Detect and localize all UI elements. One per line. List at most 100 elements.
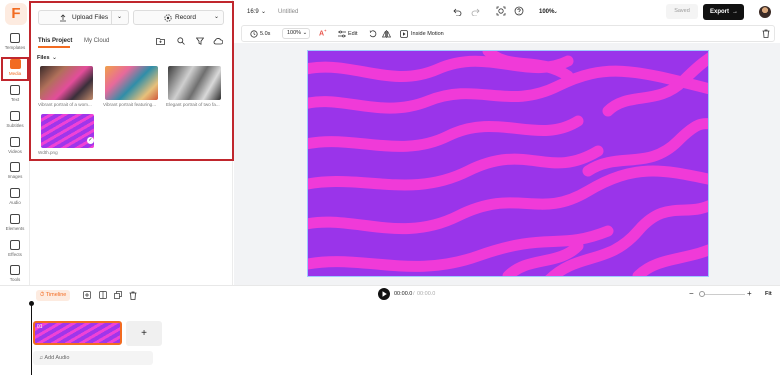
template-icon [10,33,20,43]
sidebar-item-label: Media [8,71,22,76]
sliders-icon [338,30,346,38]
tab-this-project[interactable]: This Project [38,38,72,44]
sidebar-item-text[interactable]: Text [0,85,30,109]
project-title[interactable]: Untitled [278,9,298,15]
left-rail: F Templates Media Text Subtitles Videos Image… [0,0,30,285]
zoom-slider-handle[interactable] [699,291,705,297]
record-button[interactable]: Record ⌄ [133,10,224,25]
export-label: Export [710,9,730,15]
trash-icon[interactable] [762,29,770,38]
video-canvas[interactable] [307,50,709,277]
record-icon [164,14,172,22]
inside-motion-button[interactable]: Inside Motion [411,27,444,42]
files-label[interactable]: Files [37,55,50,61]
play-button[interactable] [378,288,390,300]
tools-icon [10,265,20,275]
search-icon[interactable] [177,37,185,45]
timer-icon [250,30,258,38]
sidebar-item-subtitles[interactable]: Subtitles [0,111,30,135]
scale-value: 100% [287,30,302,36]
ai-icon[interactable]: A+ [319,28,326,37]
media-thumb-portrait-1[interactable] [40,66,93,100]
export-button[interactable]: Export → [703,4,744,20]
add-clip-button[interactable]: + [126,321,162,346]
flip-icon[interactable] [382,30,391,38]
subtitles-icon [10,111,20,121]
upload-files-label: Upload Files [72,14,109,21]
upload-files-button[interactable]: Upload Files ⌄ [38,10,129,25]
sidebar-item-label: Images [7,174,23,179]
chevron-down-icon[interactable]: ⌄ [214,11,219,24]
zoom-in-icon[interactable]: + [747,289,752,298]
zoom-out-icon[interactable]: − [689,289,694,298]
text-icon [10,85,20,95]
filter-icon[interactable] [196,37,204,45]
fit-button[interactable]: Fit [765,291,772,297]
add-track-icon[interactable] [83,291,91,299]
audio-icon [10,188,20,198]
chevron-down-icon[interactable]: ⌄ [52,54,57,61]
sidebar-item-audio[interactable]: Audio [0,188,30,212]
effects-icon [10,240,20,250]
videos-icon [10,137,20,147]
sidebar-item-label: Text [10,97,20,102]
rotate-icon[interactable] [369,30,377,38]
sidebar-item-media[interactable]: Media [1,57,29,81]
arrow-right-icon: → [732,9,739,15]
elements-icon [10,214,20,224]
media-caption: Elegant portrait of two fa... [166,102,220,107]
sidebar-item-videos[interactable]: Videos [0,137,30,161]
clip-number: 01 [37,324,43,330]
media-thumb-wdth[interactable]: ✓ [41,114,94,148]
saved-status: Saved [666,4,698,19]
chevron-down-icon[interactable]: ⌄ [553,8,558,15]
sidebar-item-label: Effects [8,252,22,257]
chevron-down-icon[interactable]: ⌄ [261,8,266,15]
add-audio-label: Add Audio [44,355,70,361]
sidebar-item-templates[interactable]: Templates [0,33,30,57]
preview-icon[interactable] [496,6,506,16]
tab-my-cloud[interactable]: My Cloud [84,38,109,44]
sidebar-item-effects[interactable]: Effects [0,240,30,264]
aspect-ratio-select[interactable]: 16:9 [247,9,259,15]
sidebar-item-label: Elements [5,226,25,231]
delete-clip-icon[interactable] [129,291,137,300]
media-thumb-portrait-3[interactable] [168,66,221,100]
undo-icon[interactable] [453,7,462,16]
new-folder-icon[interactable] [156,37,165,45]
timeline-panel: ⏱ Timeline 00:00.0 / 00:00.0 − + Fit 01 … [0,285,780,375]
playhead-line [31,302,32,375]
split-icon[interactable] [99,291,107,299]
sidebar-item-label: Tools [9,277,21,282]
media-icon [9,59,21,69]
avatar[interactable] [759,6,771,18]
media-thumb-portrait-2[interactable] [105,66,158,100]
duplicate-icon[interactable] [114,291,122,299]
cloud-icon[interactable] [213,37,223,45]
media-caption: Vibrant portrait of a wom... [38,102,92,107]
duration-value[interactable]: 5.0s [260,27,270,42]
video-clip[interactable]: 01 [33,321,122,345]
playhead-handle[interactable] [29,301,34,306]
redo-icon[interactable] [471,7,480,16]
add-audio-button[interactable]: ♫ Add Audio [33,351,153,365]
sidebar-item-elements[interactable]: Elements [0,214,30,238]
scale-select[interactable]: 100% ⌄ [282,28,310,39]
zoom-slider-track[interactable] [699,294,745,295]
sidebar-item-label: Subtitles [6,123,24,128]
timeline-toggle[interactable]: ⏱ Timeline [36,290,71,301]
edit-toolbar: 5.0s 100% ⌄ A+ Edit Inside Motion [241,25,775,42]
sidebar-item-label: Videos [8,149,22,154]
media-caption: Wdth.png [38,150,58,155]
top-bar: 16:9 ⌄ Untitled 100% ⌄ Saved Export → [234,0,780,24]
chevron-down-icon[interactable]: ⌄ [117,11,122,24]
app-logo[interactable]: F [5,3,27,25]
upload-icon [59,14,67,22]
help-icon[interactable] [514,6,524,16]
record-label: Record [175,14,196,21]
sidebar-item-images[interactable]: Images [0,162,30,186]
active-tab-underline [38,46,70,48]
sidebar-item-label: Templates [4,45,26,50]
media-caption: Vibrant portrait featuring... [103,102,157,107]
edit-button[interactable]: Edit [348,27,357,42]
